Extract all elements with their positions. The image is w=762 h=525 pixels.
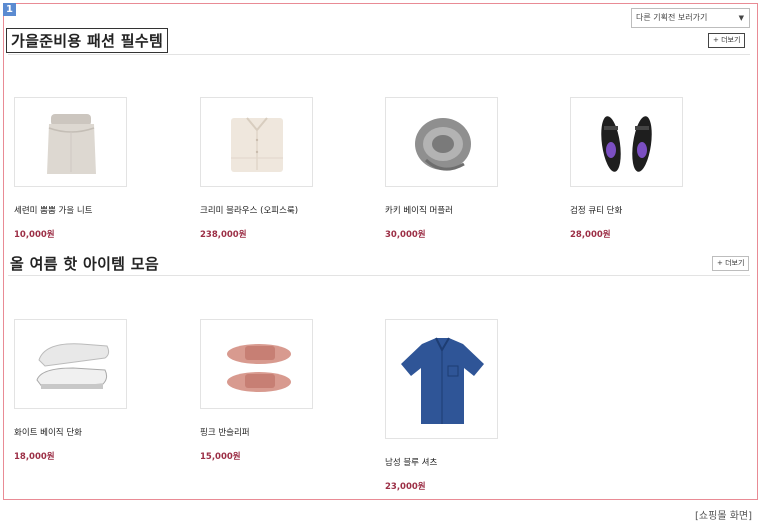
section-divider [8, 54, 750, 55]
product-price: 18,000원 [14, 452, 55, 462]
product-card[interactable]: 크리미 블라우스 (오피스룩) 238,000원 [200, 97, 340, 240]
caret-down-icon: ▼ [738, 14, 744, 22]
figure-caption: [쇼핑몰 화면] [695, 511, 752, 522]
section-divider [8, 275, 750, 276]
section-title-summer: 올 여름 핫 아이템 모음 [10, 255, 159, 273]
product-image[interactable] [200, 97, 313, 187]
product-price: 238,000원 [200, 230, 247, 240]
more-button-summer[interactable]: + 더보기 [712, 256, 750, 271]
product-card[interactable]: 검정 큐티 단화 28,000원 [570, 97, 710, 240]
product-image[interactable] [14, 97, 127, 187]
product-price: 30,000원 [385, 230, 426, 240]
product-image[interactable] [385, 97, 498, 187]
sweater-icon [47, 114, 96, 174]
black-shoes-icon [601, 116, 652, 172]
other-plans-select-value: 다른 기획전 보러가기 [636, 13, 708, 22]
product-image[interactable] [385, 319, 498, 439]
product-name[interactable]: 핑크 반슬리퍼 [200, 426, 340, 438]
blouse-icon [231, 117, 283, 172]
more-button-autumn[interactable]: + 더보기 [708, 33, 746, 48]
product-card[interactable]: 핑크 반슬리퍼 15,000원 [200, 319, 340, 462]
product-image[interactable] [200, 319, 313, 409]
product-card[interactable]: 남성 블루 셔츠 23,000원 [385, 319, 525, 492]
product-name[interactable]: 남성 블루 셔츠 [385, 456, 525, 468]
section-title-autumn: 가을준비용 패션 필수템 [6, 28, 169, 53]
product-image[interactable] [570, 97, 683, 187]
scarf-icon [415, 118, 471, 171]
product-price: 10,000원 [14, 230, 55, 240]
product-image[interactable] [14, 319, 127, 409]
product-name[interactable]: 세련미 뿜뿜 가을 니트 [14, 204, 154, 216]
pink-slippers-icon [227, 344, 291, 392]
product-card[interactable]: 세련미 뿜뿜 가을 니트 10,000원 [14, 97, 154, 240]
product-card[interactable]: 카키 베이직 머플러 30,000원 [385, 97, 525, 240]
white-sneakers-icon [36, 343, 110, 389]
product-name[interactable]: 카키 베이직 머플러 [385, 204, 525, 216]
product-price: 28,000원 [570, 230, 611, 240]
blue-shirt-icon [401, 337, 484, 424]
product-price: 23,000원 [385, 482, 426, 492]
other-plans-select[interactable]: 다른 기획전 보러가기 ▼ [631, 8, 750, 28]
product-price: 15,000원 [200, 452, 241, 462]
product-name[interactable]: 화이트 베이직 단화 [14, 426, 154, 438]
product-name[interactable]: 크리미 블라우스 (오피스룩) [200, 204, 340, 216]
product-name[interactable]: 검정 큐티 단화 [570, 204, 710, 216]
product-card[interactable]: 화이트 베이직 단화 18,000원 [14, 319, 154, 462]
number-badge: 1 [3, 3, 16, 16]
